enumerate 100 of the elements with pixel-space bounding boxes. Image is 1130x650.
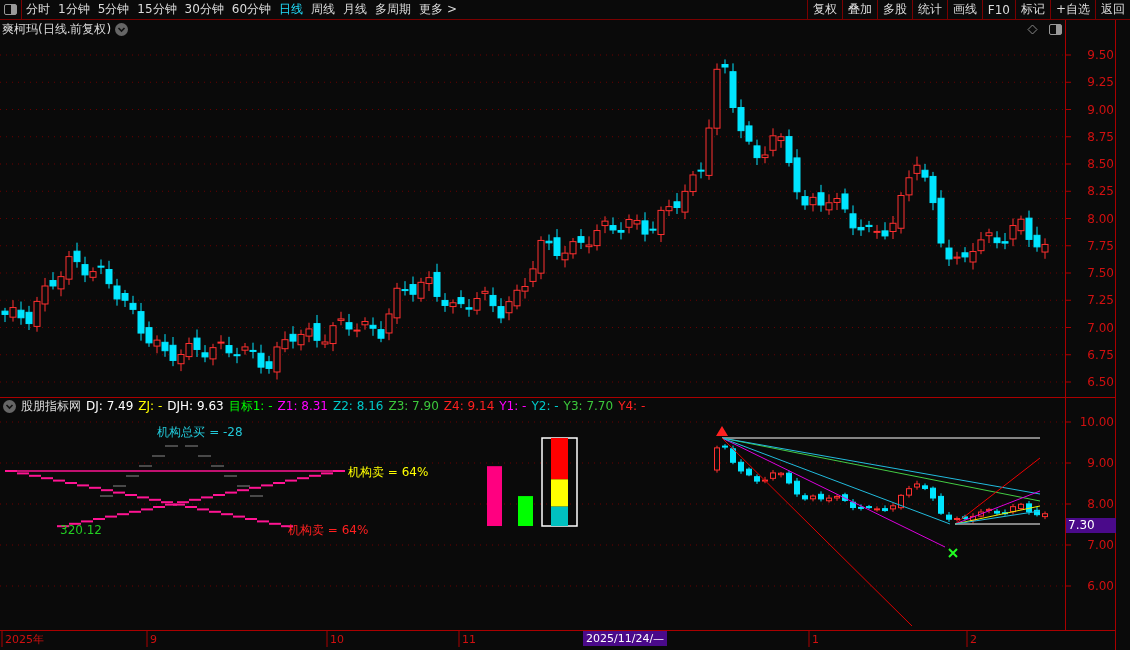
candle bbox=[746, 466, 752, 477]
toolbar-button[interactable]: 标记 bbox=[1014, 0, 1050, 19]
candle bbox=[890, 502, 896, 513]
candle bbox=[826, 494, 832, 504]
candle bbox=[754, 473, 760, 485]
indicator-value: Y1: - bbox=[499, 399, 527, 413]
toolbar-button[interactable]: 叠加 bbox=[841, 0, 877, 19]
candle bbox=[730, 445, 736, 465]
indicator-label: 机构总买 = -28 bbox=[157, 425, 243, 439]
candle bbox=[898, 493, 904, 511]
indicator-value: Z2: 8.16 bbox=[332, 399, 384, 413]
indicator-name: 股朋指标网 bbox=[21, 398, 81, 415]
candle bbox=[994, 508, 1000, 516]
price-tick: 9.00 bbox=[1087, 456, 1114, 470]
indicator-value: DJ: 7.49 bbox=[86, 399, 134, 413]
cross-marker-icon bbox=[948, 548, 958, 558]
date-cursor: 2025/11/24/— bbox=[583, 631, 668, 646]
indicator-value: Y2: - bbox=[531, 399, 559, 413]
price-tick: 8.00 bbox=[1087, 497, 1114, 511]
candle bbox=[986, 507, 992, 514]
period-tab[interactable]: 5分钟 bbox=[93, 1, 134, 18]
period-tab[interactable]: 日线 bbox=[275, 1, 308, 18]
dropdown-icon[interactable] bbox=[115, 22, 129, 36]
candle bbox=[834, 493, 840, 502]
candle bbox=[954, 516, 960, 522]
candle bbox=[914, 480, 920, 491]
indicator-value: Z3: 7.90 bbox=[388, 399, 439, 413]
candle bbox=[866, 504, 872, 510]
period-tab[interactable]: 周线 bbox=[307, 1, 340, 18]
price-tick: 7.00 bbox=[1087, 538, 1114, 552]
candle bbox=[786, 470, 792, 485]
date-label: 10 bbox=[330, 633, 344, 646]
candle bbox=[778, 471, 784, 478]
toolbar-button[interactable]: 多股 bbox=[876, 0, 912, 19]
indicator-value: Z4: 9.14 bbox=[443, 399, 495, 413]
toolbar-button[interactable]: 画线 bbox=[946, 0, 982, 19]
candle bbox=[1018, 502, 1024, 511]
price-tick: 10.00 bbox=[1079, 415, 1114, 429]
date-label: 1 bbox=[812, 633, 819, 646]
period-tab[interactable]: 30分钟 bbox=[180, 1, 228, 18]
indicator-label: 机构卖 = 64% bbox=[288, 523, 369, 537]
candle bbox=[978, 508, 984, 518]
dropdown-icon[interactable] bbox=[3, 399, 16, 413]
candle bbox=[858, 503, 864, 512]
date-label: 2 bbox=[970, 633, 977, 646]
candle bbox=[970, 512, 976, 524]
panel-toggle-icon[interactable] bbox=[1048, 23, 1062, 35]
candle bbox=[762, 476, 768, 484]
price-tick: 8.50 bbox=[1087, 157, 1114, 171]
indicator-value: 目标1: - bbox=[228, 398, 273, 415]
price-tick: 9.50 bbox=[1087, 48, 1114, 62]
candle bbox=[770, 469, 776, 482]
candle bbox=[922, 482, 928, 491]
candle bbox=[738, 458, 744, 475]
candle bbox=[842, 492, 848, 503]
candle bbox=[906, 485, 912, 499]
price-tick: 6.75 bbox=[1087, 347, 1114, 362]
period-tab[interactable]: 月线 bbox=[339, 1, 372, 18]
indicator-value: Z1: 8.31 bbox=[277, 399, 328, 413]
toolbar-button[interactable]: 复权 bbox=[806, 0, 842, 19]
toolbar-button[interactable]: +自选 bbox=[1049, 0, 1095, 19]
candle bbox=[714, 445, 720, 474]
period-tab[interactable]: 更多 > bbox=[415, 1, 461, 18]
candle bbox=[1042, 510, 1048, 520]
period-tab[interactable]: 多周期 bbox=[371, 1, 416, 18]
indicator-value: DJH: 9.63 bbox=[167, 399, 224, 413]
indicator-value: Y3: 7.70 bbox=[563, 399, 614, 413]
candle bbox=[882, 504, 888, 513]
candle bbox=[794, 477, 800, 498]
candle bbox=[1010, 503, 1016, 515]
toolbar-button[interactable]: 返回 bbox=[1095, 0, 1130, 19]
period-tab[interactable]: 分时 bbox=[22, 1, 54, 18]
price-tick: 7.25 bbox=[1087, 293, 1114, 308]
toolbar-button[interactable]: 统计 bbox=[911, 0, 947, 19]
price-tick: 8.25 bbox=[1087, 184, 1114, 199]
period-tab[interactable]: 15分钟 bbox=[133, 1, 181, 18]
candle bbox=[962, 514, 968, 521]
candle bbox=[722, 443, 728, 450]
toolbar-button[interactable]: F10 bbox=[981, 0, 1015, 19]
candle bbox=[874, 505, 880, 513]
indicator-label: 机构卖 = 64% bbox=[348, 465, 429, 479]
price-tick: 8.75 bbox=[1087, 129, 1114, 144]
price-tick: 6.50 bbox=[1087, 375, 1114, 389]
candle bbox=[1034, 506, 1040, 517]
price-tick: 7.50 bbox=[1087, 266, 1114, 280]
date-label: 11 bbox=[462, 633, 476, 646]
price-tick: 8.00 bbox=[1087, 211, 1114, 226]
candle bbox=[810, 493, 816, 502]
candle bbox=[802, 492, 808, 502]
diamond-icon[interactable] bbox=[1027, 23, 1038, 35]
date-label: 9 bbox=[150, 633, 157, 646]
candle bbox=[850, 498, 856, 511]
period-tab[interactable]: 60分钟 bbox=[227, 1, 276, 18]
candle bbox=[1002, 508, 1008, 517]
stock-title: 爽柯玛(日线.前复权) bbox=[2, 20, 112, 38]
candle bbox=[818, 490, 824, 502]
triangle-marker-icon bbox=[716, 426, 728, 436]
date-label: 2025年 bbox=[5, 633, 44, 646]
period-tab[interactable]: 1分钟 bbox=[54, 1, 94, 18]
indicator-value: Y4: - bbox=[618, 399, 646, 413]
